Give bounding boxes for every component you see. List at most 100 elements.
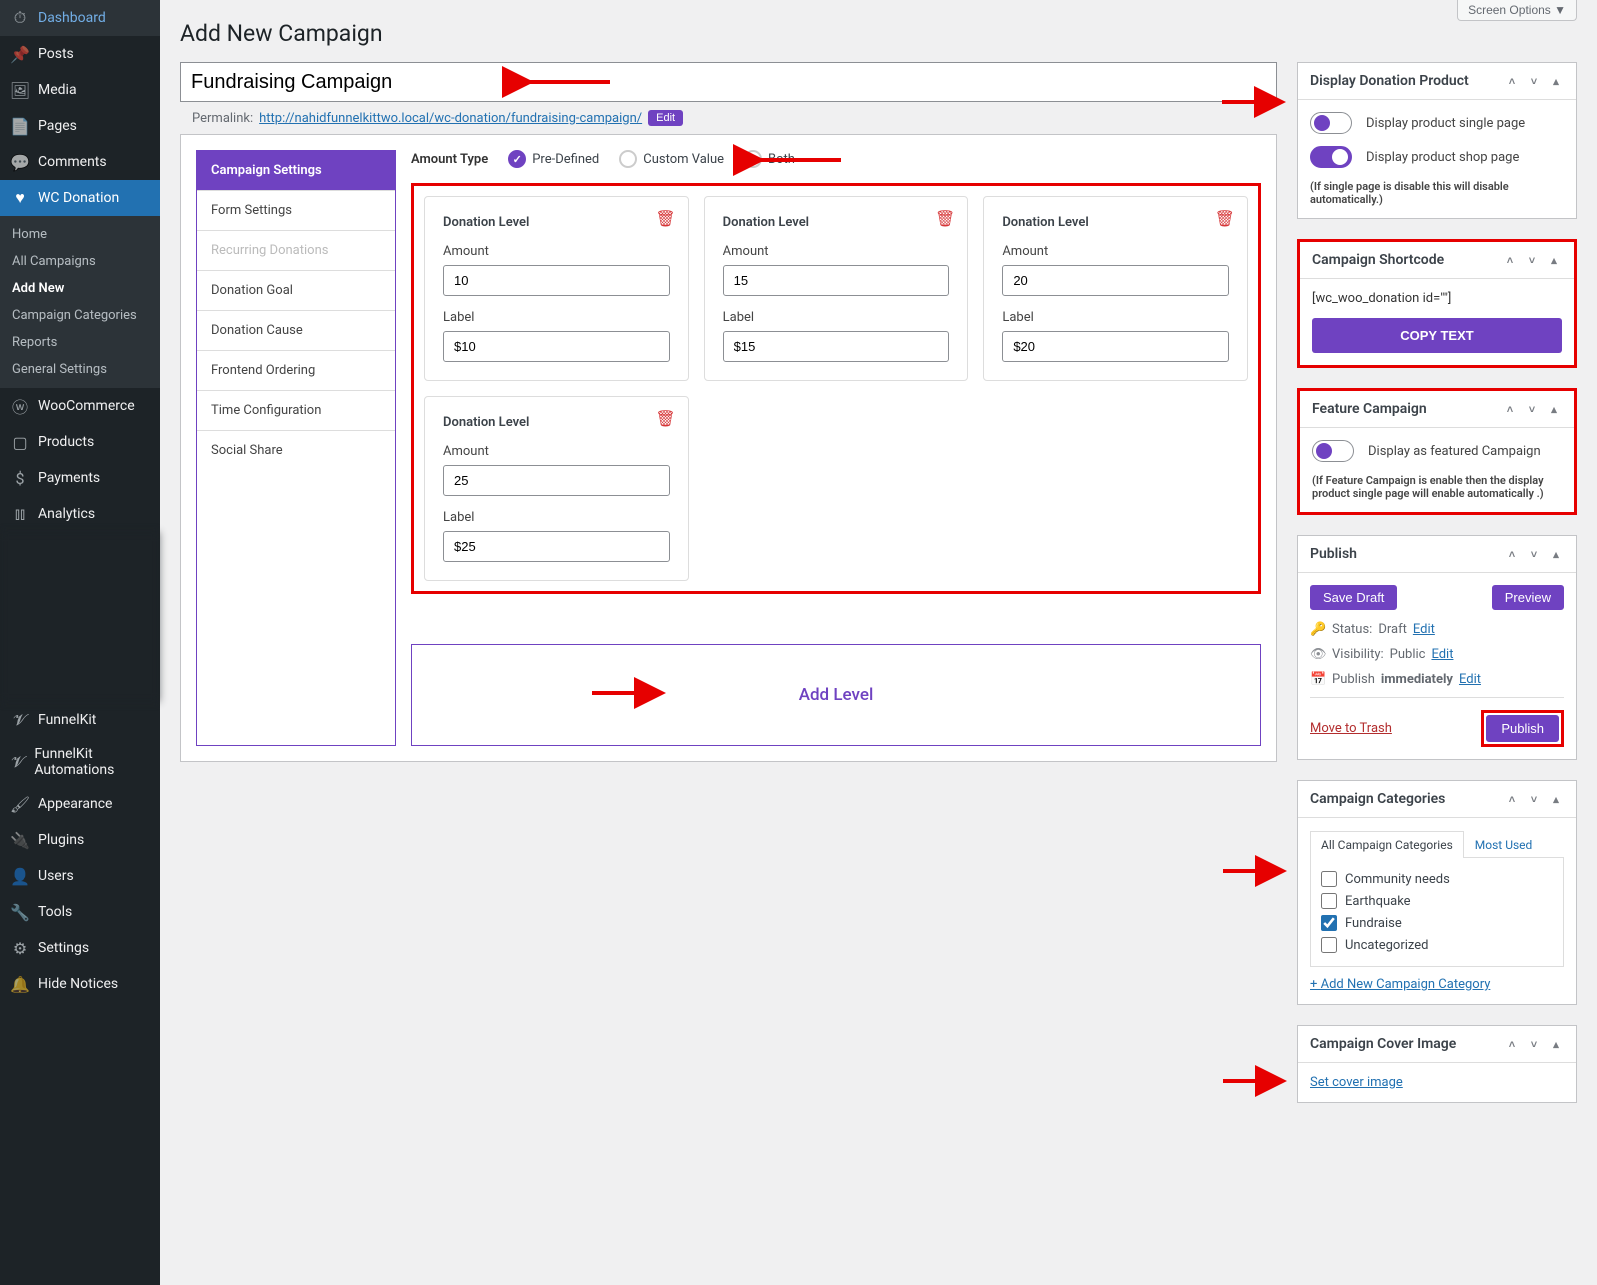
submenu-all-campaigns[interactable]: All Campaigns — [0, 248, 160, 275]
delete-level-icon[interactable]: 🗑 — [1215, 209, 1235, 228]
menu-posts[interactable]: 📌Posts — [0, 36, 160, 72]
panel-up-icon[interactable]: ˄ — [1504, 791, 1520, 807]
amount-input[interactable] — [443, 465, 670, 496]
menu-media[interactable]: 🖼Media — [0, 72, 160, 108]
category-checkbox[interactable] — [1321, 893, 1337, 909]
permalink-url[interactable]: http://nahidfunnelkittwo.local/wc-donati… — [259, 111, 642, 126]
panel-toggle-icon[interactable]: ▴ — [1548, 73, 1564, 89]
toggle-feature-campaign[interactable] — [1312, 440, 1354, 462]
tab-campaign-settings[interactable]: Campaign Settings — [197, 151, 395, 191]
preview-button[interactable]: Preview — [1492, 585, 1564, 610]
tab-donation-cause[interactable]: Donation Cause — [197, 311, 395, 351]
menu-analytics[interactable]: ⫾⫾Analytics — [0, 496, 160, 532]
panel-down-icon[interactable]: ˅ — [1526, 73, 1542, 89]
delete-level-icon[interactable]: 🗑 — [655, 409, 675, 428]
panel-title: Feature Campaign — [1312, 401, 1427, 417]
submenu-add-new[interactable]: Add New — [0, 275, 160, 302]
submenu-campaign-categories[interactable]: Campaign Categories — [0, 302, 160, 329]
amount-input[interactable] — [723, 265, 950, 296]
submenu-general-settings[interactable]: General Settings — [0, 356, 160, 383]
panel-title: Campaign Cover Image — [1310, 1036, 1456, 1052]
plug-icon: 🔌 — [10, 830, 30, 850]
tab-social-share[interactable]: Social Share — [197, 431, 395, 470]
radio-both[interactable]: Both — [744, 150, 795, 168]
menu-settings[interactable]: ⚙Settings — [0, 930, 160, 966]
panel-down-icon[interactable]: ˅ — [1526, 791, 1542, 807]
panel-campaign-shortcode: Campaign Shortcode ˄˅▴ [wc_woo_donation … — [1297, 239, 1577, 368]
radio-custom-value[interactable]: Custom Value — [619, 150, 724, 168]
page-title: Add New Campaign — [180, 20, 1577, 47]
panel-up-icon[interactable]: ˄ — [1504, 1036, 1520, 1052]
panel-up-icon[interactable]: ˄ — [1502, 252, 1518, 268]
radio-predefined[interactable]: Pre-Defined — [508, 150, 599, 168]
campaign-title-input[interactable] — [180, 62, 1277, 102]
content-area: Screen Options ▼ Add New Campaign Permal… — [160, 0, 1597, 1285]
edit-schedule-link[interactable]: Edit — [1459, 672, 1481, 687]
menu-wc-donation[interactable]: ♥WC Donation — [0, 180, 160, 216]
menu-hide-notices[interactable]: 🔔Hide Notices — [0, 966, 160, 1002]
screen-options-button[interactable]: Screen Options ▼ — [1457, 0, 1577, 21]
set-cover-image-link[interactable]: Set cover image — [1310, 1075, 1403, 1090]
panel-campaign-categories: Campaign Categories ˄˅▴ All Campaign Cat… — [1297, 780, 1577, 1005]
add-new-category-link[interactable]: + Add New Campaign Category — [1310, 977, 1490, 992]
copy-text-button[interactable]: COPY TEXT — [1312, 318, 1562, 353]
submenu-reports[interactable]: Reports — [0, 329, 160, 356]
tab-form-settings[interactable]: Form Settings — [197, 191, 395, 231]
menu-payments[interactable]: $Payments — [0, 460, 160, 496]
panel-down-icon[interactable]: ˅ — [1524, 252, 1540, 268]
panel-down-icon[interactable]: ˅ — [1526, 1036, 1542, 1052]
menu-funnelkit[interactable]: 𝓥FunnelKit — [0, 702, 160, 738]
tab-all-categories[interactable]: All Campaign Categories — [1310, 831, 1464, 858]
menu-woocommerce[interactable]: ⓦWooCommerce — [0, 388, 160, 424]
label-input[interactable] — [443, 331, 670, 362]
menu-comments[interactable]: 💬Comments — [0, 144, 160, 180]
panel-down-icon[interactable]: ˅ — [1524, 401, 1540, 417]
label-input[interactable] — [723, 331, 950, 362]
menu-tools[interactable]: 🔧Tools — [0, 894, 160, 930]
delete-level-icon[interactable]: 🗑 — [655, 209, 675, 228]
amount-input[interactable] — [1002, 265, 1229, 296]
amount-label: Amount — [443, 444, 670, 459]
label-input[interactable] — [443, 531, 670, 562]
category-checkbox[interactable] — [1321, 871, 1337, 887]
menu-users[interactable]: 👤Users — [0, 858, 160, 894]
bell-icon: 🔔 — [10, 974, 30, 994]
toggle-single-page[interactable] — [1310, 112, 1352, 134]
panel-toggle-icon[interactable]: ▴ — [1546, 252, 1562, 268]
panel-down-icon[interactable]: ˅ — [1526, 546, 1542, 562]
category-checkbox[interactable] — [1321, 915, 1337, 931]
tab-time-configuration[interactable]: Time Configuration — [197, 391, 395, 431]
edit-status-link[interactable]: Edit — [1413, 622, 1435, 637]
delete-level-icon[interactable]: 🗑 — [935, 209, 955, 228]
panel-up-icon[interactable]: ˄ — [1504, 73, 1520, 89]
save-draft-button[interactable]: Save Draft — [1310, 585, 1397, 610]
toggle-shop-page[interactable] — [1310, 146, 1352, 168]
panel-toggle-icon[interactable]: ▴ — [1548, 1036, 1564, 1052]
feature-note: (If Feature Campaign is enable then the … — [1312, 474, 1562, 500]
menu-appearance[interactable]: 🖌Appearance — [0, 786, 160, 822]
amount-input[interactable] — [443, 265, 670, 296]
menu-pages[interactable]: 📄Pages — [0, 108, 160, 144]
tab-most-used[interactable]: Most Used — [1464, 831, 1544, 858]
menu-plugins[interactable]: 🔌Plugins — [0, 822, 160, 858]
publish-button[interactable]: Publish — [1486, 715, 1559, 742]
campaign-tabs: Campaign Settings Form Settings Recurrin… — [196, 150, 396, 746]
tab-frontend-ordering[interactable]: Frontend Ordering — [197, 351, 395, 391]
menu-funnelkit-auto[interactable]: 𝓥FunnelKit Automations — [0, 738, 160, 786]
category-checkbox[interactable] — [1321, 937, 1337, 953]
edit-visibility-link[interactable]: Edit — [1431, 647, 1453, 662]
move-to-trash-link[interactable]: Move to Trash — [1310, 721, 1392, 736]
panel-toggle-icon[interactable]: ▴ — [1548, 546, 1564, 562]
add-level-button[interactable]: Add Level — [411, 644, 1261, 746]
panel-toggle-icon[interactable]: ▴ — [1546, 401, 1562, 417]
tab-recurring-donations[interactable]: Recurring Donations — [197, 231, 395, 271]
tab-donation-goal[interactable]: Donation Goal — [197, 271, 395, 311]
submenu-home[interactable]: Home — [0, 221, 160, 248]
panel-toggle-icon[interactable]: ▴ — [1548, 791, 1564, 807]
edit-permalink-button[interactable]: Edit — [648, 110, 683, 126]
label-input[interactable] — [1002, 331, 1229, 362]
menu-dashboard[interactable]: ⏱Dashboard — [0, 0, 160, 36]
panel-up-icon[interactable]: ˄ — [1504, 546, 1520, 562]
menu-products[interactable]: ▢Products — [0, 424, 160, 460]
panel-up-icon[interactable]: ˄ — [1502, 401, 1518, 417]
